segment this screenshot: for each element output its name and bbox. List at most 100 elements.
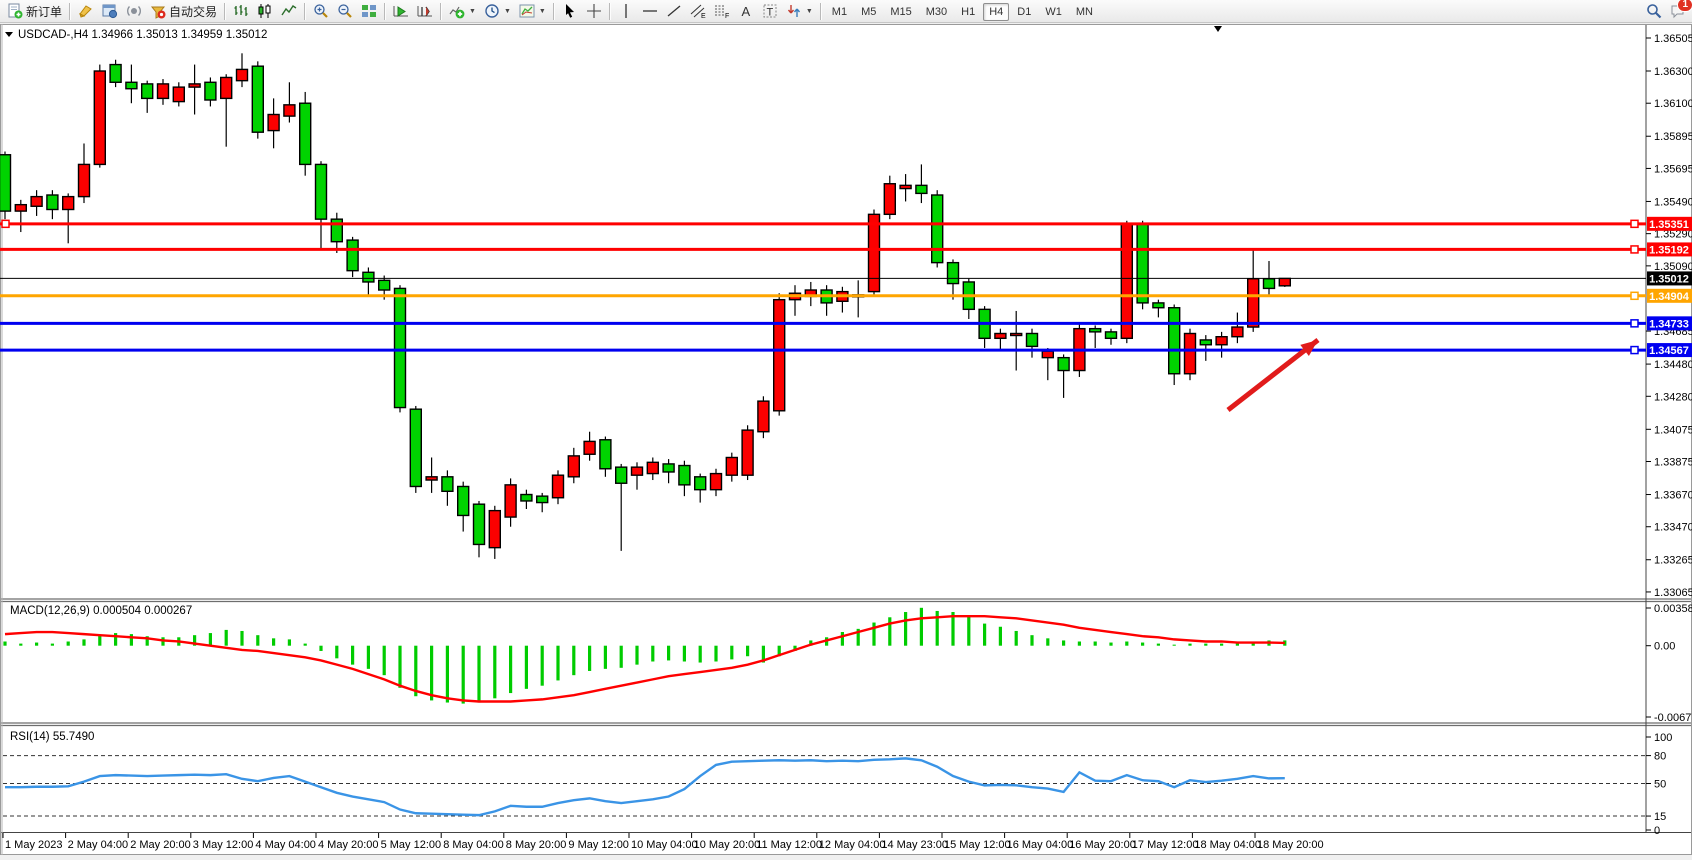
candle-body	[884, 184, 895, 215]
svg-text:1.34904: 1.34904	[1649, 291, 1690, 303]
dropdown-caret: ▼	[806, 8, 813, 15]
zoom-out-button[interactable]	[333, 0, 357, 22]
zoom-out-icon	[337, 3, 353, 19]
periods-button[interactable]: ▼	[480, 0, 515, 22]
candle-body	[584, 441, 595, 454]
news-button[interactable]	[122, 0, 146, 22]
text-label-tool-button[interactable]: T	[758, 0, 782, 22]
rsi-tick-label: 15	[1654, 811, 1666, 823]
line-handle[interactable]	[1631, 220, 1638, 227]
line-handle[interactable]	[2, 220, 9, 227]
rsi-tick-label: 80	[1654, 751, 1666, 763]
svg-text:1.35351: 1.35351	[1649, 219, 1689, 231]
candle-body	[1200, 340, 1211, 345]
bar-chart-icon	[233, 3, 249, 19]
candle-body	[1027, 333, 1038, 346]
line-handle[interactable]	[1631, 292, 1638, 299]
cursor-tool-button[interactable]	[558, 0, 582, 22]
autotrade-button[interactable]: 自动交易	[146, 0, 221, 22]
time-tick-label: 9 May 12:00	[568, 839, 629, 851]
auto-scroll-button[interactable]	[389, 0, 413, 22]
text-icon: A	[738, 3, 754, 19]
vertical-line-tool-button[interactable]	[614, 0, 638, 22]
candle-body	[79, 164, 90, 196]
timeframe-button-W1[interactable]: W1	[1039, 3, 1068, 21]
trendline-tool-button[interactable]	[662, 0, 686, 22]
line-handle[interactable]	[1631, 347, 1638, 354]
tile-windows-icon	[361, 3, 377, 19]
zoom-in-button[interactable]	[309, 0, 333, 22]
candle-body	[158, 84, 169, 98]
candle-body	[1011, 333, 1022, 335]
price-tick-label: 1.34075	[1654, 424, 1692, 436]
usdcad-h4-chart[interactable]: 1.365051.363001.361001.358951.356951.354…	[0, 24, 1692, 855]
candle-body	[1106, 332, 1117, 338]
indicators-icon	[449, 3, 465, 19]
line-chart-icon	[281, 3, 297, 19]
candle-body	[426, 477, 437, 480]
crosshair-tool-button[interactable]	[582, 0, 606, 22]
candle-body	[1248, 279, 1259, 327]
candle-body	[695, 477, 706, 490]
time-tick-label: 16 May 20:00	[1069, 839, 1136, 851]
templates-button[interactable]: ▼	[515, 0, 550, 22]
timeframe-button-M1[interactable]: M1	[826, 3, 853, 21]
time-tick-label: 16 May 04:00	[1007, 839, 1074, 851]
timeframe-button-M15[interactable]: M15	[884, 3, 917, 21]
macd-label: MACD(12,26,9) 0.000504 0.000267	[10, 605, 192, 617]
toolbar-separator	[384, 3, 386, 20]
candle-body	[1090, 329, 1101, 332]
timeframe-button-MN[interactable]: MN	[1070, 3, 1099, 21]
search-icon[interactable]	[1646, 3, 1662, 19]
candle-body	[568, 456, 579, 477]
price-tick-label: 1.33265	[1654, 555, 1692, 567]
channel-tool-button[interactable]: E	[686, 0, 710, 22]
chart-window[interactable]: 1.365051.363001.361001.358951.356951.354…	[0, 24, 1692, 855]
candlestick-mode-button[interactable]	[253, 0, 277, 22]
candle-body	[1169, 308, 1180, 374]
timeframe-group: M1M5M15M30H1H4D1W1MN	[825, 2, 1100, 21]
time-tick-label: 18 May 20:00	[1257, 839, 1324, 851]
time-tick-label: 2 May 04:00	[68, 839, 129, 851]
candle-body	[600, 440, 611, 469]
timeframe-button-H4[interactable]: H4	[983, 3, 1009, 21]
timeframe-button-M30[interactable]: M30	[920, 3, 953, 21]
price-tick-label: 1.33065	[1654, 587, 1692, 599]
line-chart-mode-button[interactable]	[277, 0, 301, 22]
timeframe-button-D1[interactable]: D1	[1011, 3, 1037, 21]
timeframe-button-H1[interactable]: H1	[955, 3, 981, 21]
autotrade-icon	[150, 3, 166, 19]
price-tick-label: 1.35895	[1654, 131, 1692, 143]
text-tool-button[interactable]: A	[734, 0, 758, 22]
toolbar-separator	[553, 3, 555, 20]
chart-style-button[interactable]	[74, 0, 98, 22]
svg-text:A: A	[741, 4, 750, 19]
chart-shift-button[interactable]	[413, 0, 437, 22]
time-tick-label: 5 May 12:00	[381, 839, 442, 851]
bar-chart-mode-button[interactable]	[229, 0, 253, 22]
time-tick-label: 17 May 12:00	[1132, 839, 1199, 851]
timeframe-button-M5[interactable]: M5	[855, 3, 882, 21]
fibonacci-tool-button[interactable]: F	[710, 0, 734, 22]
line-handle[interactable]	[1631, 320, 1638, 327]
candle-body	[932, 195, 943, 263]
line-handle[interactable]	[1631, 246, 1638, 253]
candle-body	[347, 240, 358, 271]
candle-body	[379, 280, 390, 290]
candle-body	[395, 288, 406, 407]
time-tick-label: 14 May 23:00	[881, 839, 948, 851]
candle-body	[711, 474, 722, 490]
arrows-tool-button[interactable]: ▼	[782, 0, 817, 22]
dropdown-caret: ▼	[504, 8, 511, 15]
signal-icon	[126, 3, 142, 19]
candle-body	[189, 84, 200, 87]
tile-windows-button[interactable]	[357, 0, 381, 22]
notifications-icon[interactable]: 1	[1670, 3, 1686, 19]
market-watch-button[interactable]	[98, 0, 122, 22]
new-order-button[interactable]: 新订单	[3, 0, 66, 22]
zoom-in-icon	[313, 3, 329, 19]
indicators-button[interactable]: ▼	[445, 0, 480, 22]
horizontal-line-tool-button[interactable]	[638, 0, 662, 22]
time-tick-label: 18 May 04:00	[1194, 839, 1261, 851]
new-order-label: 新订单	[26, 3, 62, 20]
